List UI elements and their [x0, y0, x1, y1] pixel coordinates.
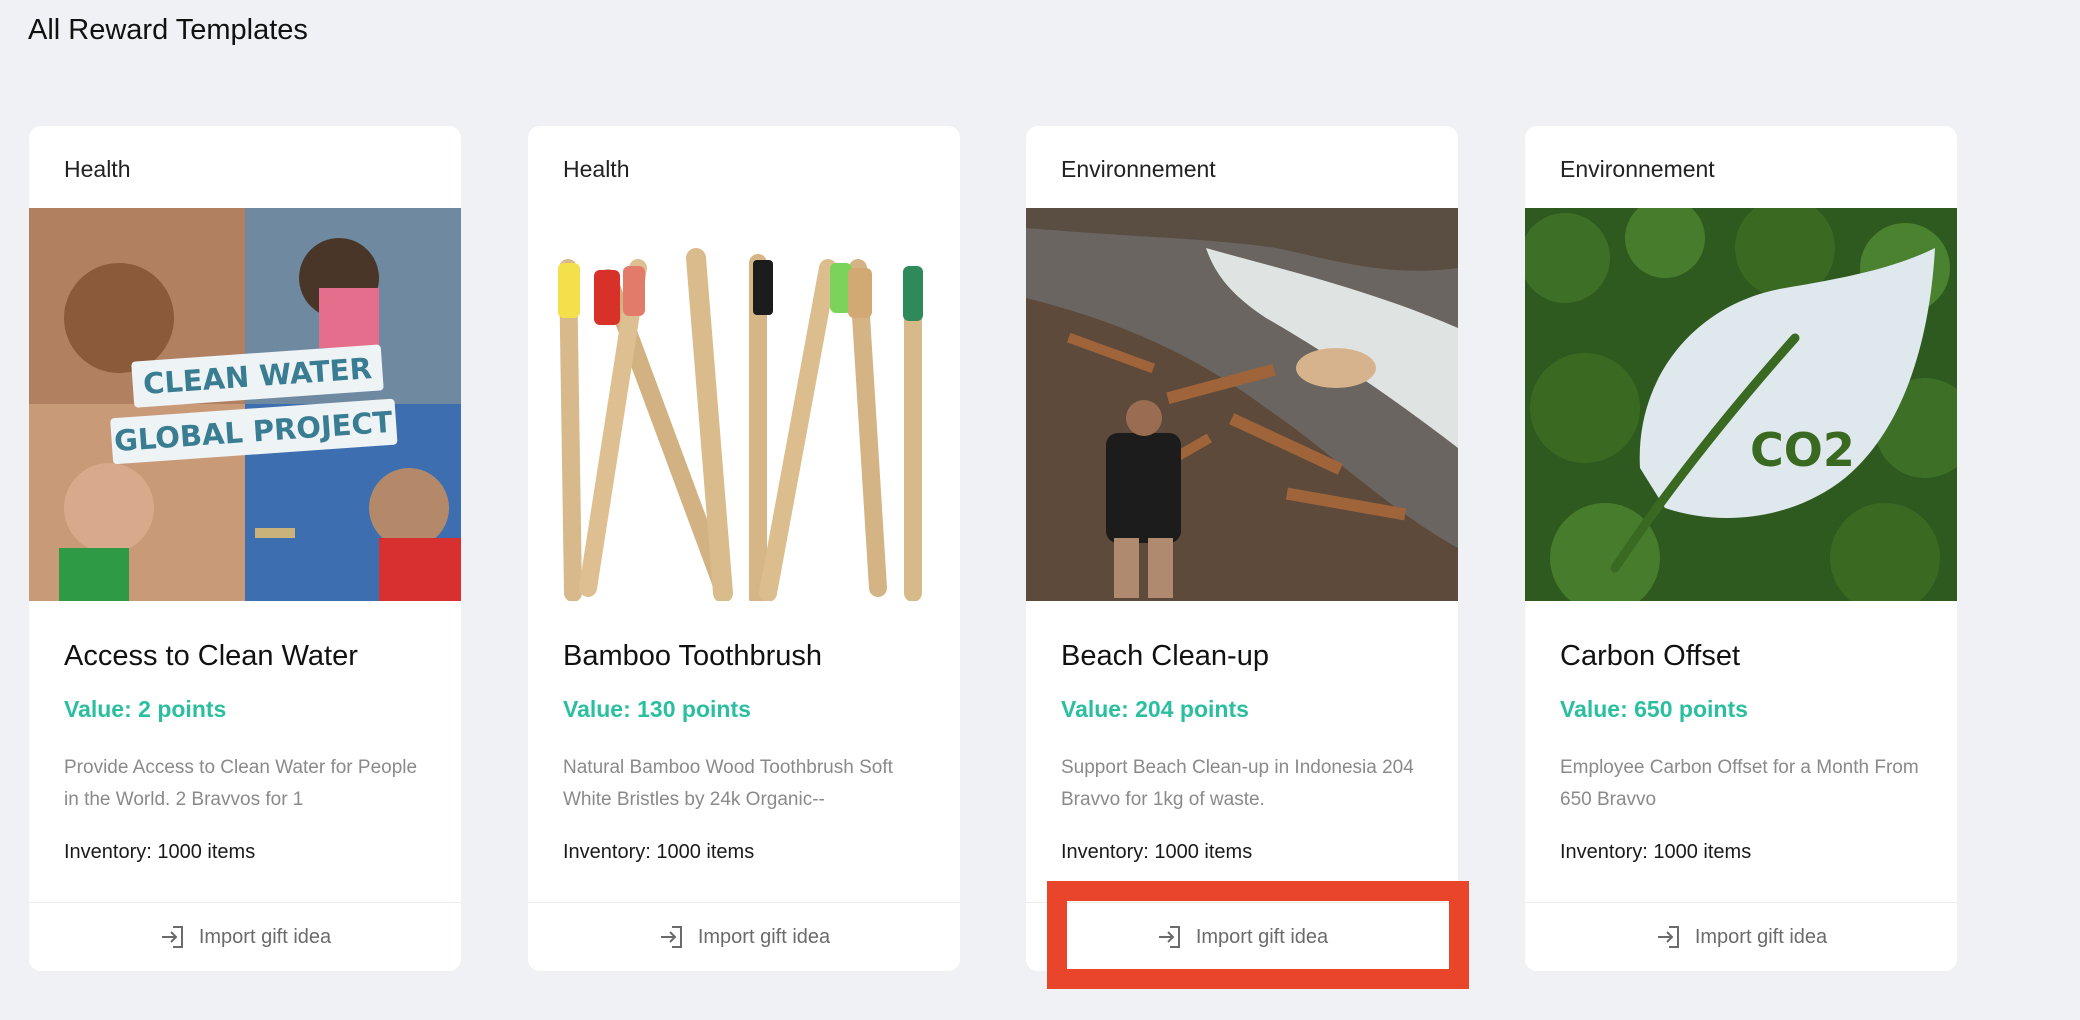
- card-title: Bamboo Toothbrush: [563, 640, 823, 672]
- card-inventory: Inventory: 1000 items: [1061, 841, 1253, 863]
- sign-in-arrow-icon: [1655, 923, 1683, 951]
- card-inventory: Inventory: 1000 items: [1560, 841, 1752, 863]
- card-value: Value: 204 points: [1061, 696, 1249, 722]
- page-title: All Reward Templates: [28, 14, 308, 46]
- import-gift-idea-button[interactable]: Import gift idea: [1026, 903, 1458, 971]
- card-title: Carbon Offset: [1560, 640, 1741, 672]
- card-category: Environnement: [1560, 156, 1715, 182]
- card-description: Support Beach Clean-up in Indonesia 204 …: [1061, 757, 1414, 810]
- reward-card-beach-cleanup: Environnement Beach Clean-up Value: 204 …: [1026, 126, 1458, 971]
- co2-text: CO2: [1750, 423, 1855, 477]
- import-gift-idea-button[interactable]: Import gift idea: [528, 903, 960, 971]
- card-title: Access to Clean Water: [64, 640, 358, 672]
- card-inventory: Inventory: 1000 items: [64, 841, 256, 863]
- card-description: Provide Access to Clean Water for People…: [64, 757, 418, 810]
- import-label: Import gift idea: [198, 925, 332, 948]
- reward-card-bamboo-toothbrush: Health Bamboo Toothbrush Value: 130 poin…: [528, 126, 960, 971]
- import-gift-idea-button[interactable]: Import gift idea: [1525, 903, 1957, 971]
- card-image-beach: [1026, 208, 1458, 601]
- card-description: Natural Bamboo Wood Toothbrush Soft Whit…: [563, 757, 893, 810]
- import-label: Import gift idea: [1694, 925, 1828, 948]
- card-description: Employee Carbon Offset for a Month From …: [1560, 757, 1919, 810]
- card-value: Value: 650 points: [1560, 696, 1748, 722]
- import-label: Import gift idea: [697, 925, 831, 948]
- card-value: Value: 130 points: [563, 696, 751, 722]
- card-title: Beach Clean-up: [1061, 640, 1269, 672]
- card-inventory: Inventory: 1000 items: [563, 841, 755, 863]
- card-image-clean-water: CLEAN WATER GLOBAL PROJECT: [29, 208, 461, 601]
- card-image-co2-leaf: CO2: [1525, 208, 1957, 601]
- card-value: Value: 2 points: [64, 696, 227, 722]
- reward-card-carbon-offset: Environnement CO2 Carbon Offset Value: 6…: [1525, 126, 1957, 971]
- sign-in-arrow-icon: [658, 923, 686, 951]
- card-category: Health: [563, 156, 630, 182]
- import-gift-idea-button[interactable]: Import gift idea: [29, 903, 461, 971]
- card-category: Health: [64, 156, 131, 182]
- sign-in-arrow-icon: [159, 923, 187, 951]
- card-image-toothbrush: [528, 208, 960, 601]
- reward-templates-page: All Reward Templates Health CLEAN WATER: [0, 0, 2080, 1020]
- sign-in-arrow-icon: [1156, 923, 1184, 951]
- reward-card-clean-water: Health CLEAN WATER GLOBAL PROJECT Access…: [29, 126, 461, 971]
- card-category: Environnement: [1061, 156, 1216, 182]
- import-label: Import gift idea: [1195, 925, 1329, 948]
